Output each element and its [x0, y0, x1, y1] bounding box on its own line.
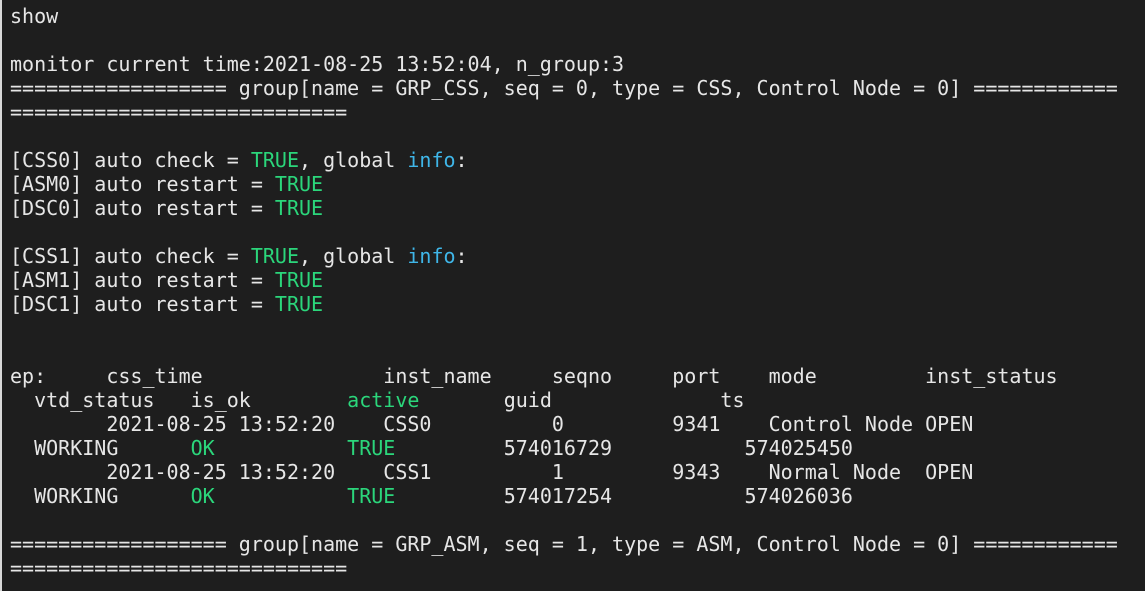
- terminal-text-segment: active: [347, 388, 420, 412]
- terminal-text-segment: 2021-08-25 13:52:20 CSS0 0 9341 Control …: [10, 412, 974, 436]
- terminal-text-segment: TRUE: [347, 436, 396, 460]
- terminal-line: [DSC1] auto restart = TRUE: [10, 292, 1145, 316]
- terminal-text-segment: TRUE: [274, 268, 324, 292]
- terminal-text-segment: vtd_status is_ok: [10, 388, 348, 412]
- terminal-line: [CSS1] auto check = TRUE, global info:: [10, 244, 1145, 268]
- terminal-line: WORKING OK TRUE 574016729 574025450: [10, 436, 1145, 460]
- terminal-text-segment: info: [407, 148, 456, 172]
- terminal-text-segment: ================== group[name = GRP_CSS,…: [10, 76, 1118, 100]
- terminal-line: [ASM0] auto restart = TRUE: [10, 172, 1145, 196]
- terminal-text-segment: OK: [190, 436, 215, 460]
- terminal-text-segment: guid ts: [419, 388, 745, 412]
- terminal-text-segment: [ASM0] auto restart =: [10, 172, 275, 196]
- terminal-text-segment: [DSC0] auto restart =: [10, 196, 275, 220]
- terminal-text-segment: show: [10, 4, 59, 28]
- terminal-text-segment: TRUE: [250, 244, 299, 268]
- terminal-text-segment: TRUE: [250, 148, 299, 172]
- terminal-line: ============================: [10, 100, 1145, 124]
- terminal-text-segment: monitor current time:2021-08-25 13:52:04…: [10, 52, 625, 76]
- terminal-text-segment: 574016729 574025450: [395, 436, 853, 460]
- terminal-line: show: [10, 4, 1145, 28]
- terminal-line: vtd_status is_ok active guid ts: [10, 388, 1145, 412]
- terminal-text-segment: TRUE: [274, 196, 324, 220]
- terminal-text-segment: WORKING: [10, 436, 191, 460]
- terminal-line: [CSS0] auto check = TRUE, global info:: [10, 148, 1145, 172]
- terminal-text-segment: TRUE: [347, 484, 396, 508]
- terminal-text-segment: ================== group[name = GRP_ASM,…: [10, 532, 1118, 556]
- terminal-text-segment: TRUE: [274, 292, 324, 316]
- terminal-text-segment: ep: css_time inst_name seqno port mode i…: [10, 364, 1058, 388]
- terminal-text-segment: 2021-08-25 13:52:20 CSS1 1 9343 Normal N…: [10, 460, 974, 484]
- terminal-text-segment: [CSS0] auto check =: [10, 148, 251, 172]
- terminal-text-segment: ============================: [10, 100, 348, 124]
- terminal-output[interactable]: show monitor current time:2021-08-25 13:5…: [0, 0, 1145, 591]
- terminal-text-segment: [ASM1] auto restart =: [10, 268, 275, 292]
- terminal-text-segment: [CSS1] auto check =: [10, 244, 251, 268]
- terminal-text-segment: WORKING: [10, 484, 191, 508]
- terminal-line: ============================: [10, 556, 1145, 580]
- terminal-line: ep: css_time inst_name seqno port mode i…: [10, 364, 1145, 388]
- terminal-text-segment: ============================: [10, 556, 348, 580]
- terminal-line: 2021-08-25 13:52:20 CSS1 1 9343 Normal N…: [10, 460, 1145, 484]
- terminal-line: monitor current time:2021-08-25 13:52:04…: [10, 52, 1145, 76]
- terminal-text-segment: , global: [299, 244, 408, 268]
- terminal-line: ================== group[name = GRP_ASM,…: [10, 532, 1145, 556]
- terminal-text-segment: [DSC1] auto restart =: [10, 292, 275, 316]
- terminal-line: 2021-08-25 13:52:20 CSS0 0 9341 Control …: [10, 412, 1145, 436]
- terminal-line: ================== group[name = GRP_CSS,…: [10, 76, 1145, 100]
- terminal-text-segment: , global: [299, 148, 408, 172]
- terminal-line: [DSC0] auto restart = TRUE: [10, 196, 1145, 220]
- terminal-text-segment: :: [455, 148, 468, 172]
- terminal-text-segment: OK: [190, 484, 215, 508]
- terminal-text-segment: info: [407, 244, 456, 268]
- terminal-text-segment: 574017254 574026036: [395, 484, 853, 508]
- terminal-line: [ASM1] auto restart = TRUE: [10, 268, 1145, 292]
- terminal-line: WORKING OK TRUE 574017254 574026036: [10, 484, 1145, 508]
- terminal-text-segment: :: [455, 244, 468, 268]
- terminal-text-segment: TRUE: [274, 172, 324, 196]
